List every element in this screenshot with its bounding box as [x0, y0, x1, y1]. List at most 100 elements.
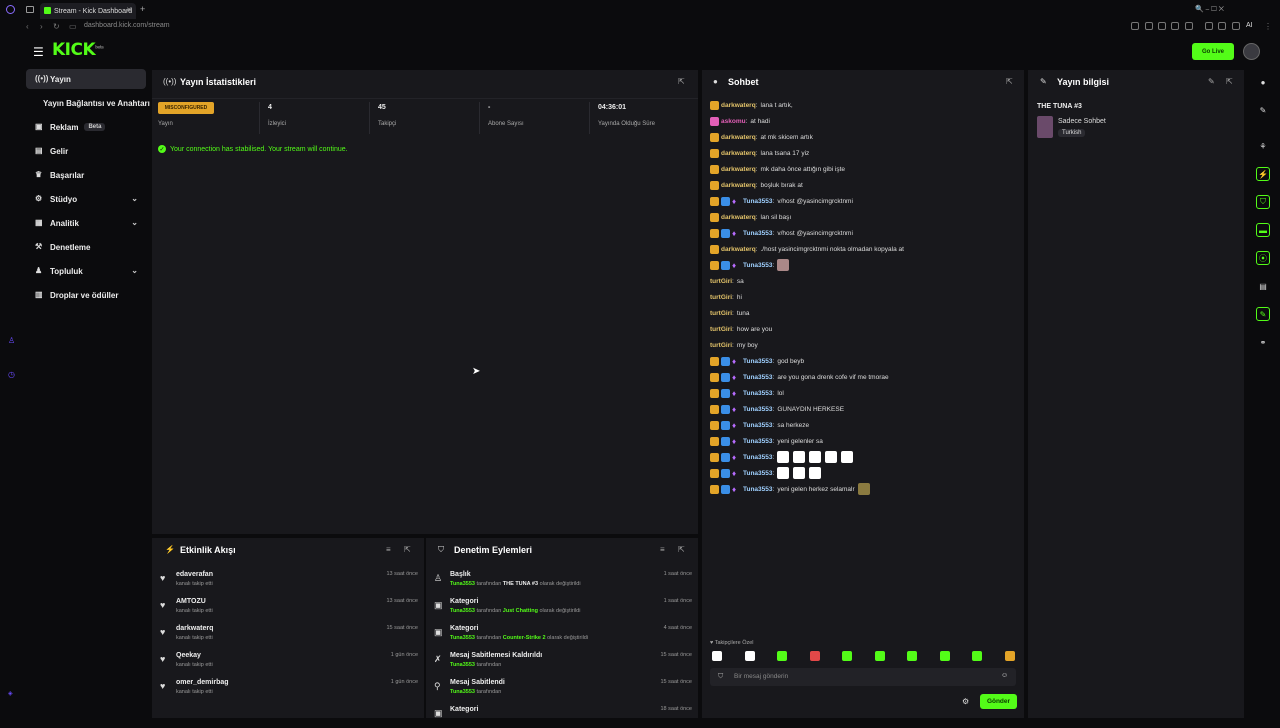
chat-username[interactable]: Tuna3553: [743, 374, 773, 381]
tab-actions-icon[interactable]: [26, 6, 34, 13]
popout-icon[interactable]: ⇱: [1226, 77, 1233, 86]
filter-icon[interactable]: ≡: [386, 545, 391, 554]
chat-username[interactable]: darkwaterq: [721, 182, 756, 189]
chat-message[interactable]: turtGiri: my boy: [710, 338, 758, 352]
chat-message[interactable]: darkwaterq: at mk skicem artık: [710, 130, 813, 144]
extension-icon[interactable]: [1158, 22, 1166, 30]
sidebar-item-studyo[interactable]: ⚙ Stüdyo ⌄: [26, 189, 146, 209]
close-tab-icon[interactable]: ✕: [126, 6, 132, 14]
shield-icon[interactable]: ⛉: [1256, 195, 1270, 209]
activity-item[interactable]: ♥ omer_demirbag kanalı takip etti 1 gün önc…: [152, 675, 424, 701]
chat-username[interactable]: Tuna3553: [743, 390, 773, 397]
side-rail-icon[interactable]: ◈: [8, 690, 13, 697]
download-icon[interactable]: [1232, 22, 1240, 30]
window-controls[interactable]: 🔍 ⎯ ☐ ✕: [1195, 5, 1224, 14]
chat-username[interactable]: darkwaterq: [721, 214, 756, 221]
gear-icon[interactable]: ⚙: [962, 697, 969, 706]
activity-item[interactable]: ♥ Qeekay kanalı takip etti 1 gün önce: [152, 648, 424, 674]
chat-message[interactable]: darkwaterq: lana tsana 17 yiz: [710, 146, 809, 160]
chat-username[interactable]: Tuna3553: [743, 406, 773, 413]
chat-message[interactable]: turtGiri: sa: [710, 274, 744, 288]
edit-icon[interactable]: ✎: [1208, 77, 1215, 86]
layout-icon[interactable]: ▤: [1256, 279, 1270, 293]
moderation-actor[interactable]: Tuna3553: [450, 662, 475, 668]
new-tab-icon[interactable]: +: [140, 4, 145, 14]
chat-username[interactable]: Tuna3553: [743, 454, 773, 461]
chat-message[interactable]: darkwaterq: boşluk bırak at: [710, 178, 803, 192]
sidebar-item-gelir[interactable]: ▤ Gelir: [26, 141, 146, 161]
reload-icon[interactable]: ↻: [53, 22, 60, 31]
browser-logo-icon[interactable]: [6, 5, 15, 14]
chat-message[interactable]: ♦ Tuna3553:: [710, 450, 857, 464]
emote-shortcut-icon[interactable]: [744, 651, 755, 661]
chat-message[interactable]: darkwaterq: lan sil başı: [710, 210, 791, 224]
rail-icon[interactable]: ⚘: [1256, 139, 1270, 153]
chat-message[interactable]: turtGiri: tuna: [710, 306, 750, 320]
side-rail-icon[interactable]: ◷: [8, 370, 15, 379]
moderation-item[interactable]: ▣ Kategori Tuna3553 tarafından Just Chatti…: [426, 594, 698, 620]
chat-username[interactable]: turtGiri: [710, 278, 732, 285]
chat-username[interactable]: turtGiri: [710, 310, 732, 317]
bolt-icon[interactable]: ⚡: [1256, 167, 1270, 181]
chat-username[interactable]: Tuna3553: [743, 262, 773, 269]
filter-icon[interactable]: ≡: [660, 545, 665, 554]
chat-message[interactable]: darkwaterq: mk daha önce attığın gibi iş…: [710, 162, 845, 176]
activity-item[interactable]: ♥ AMTOZU kanalı takip etti 13 saat önce: [152, 594, 424, 620]
sidebar-item-topluluk[interactable]: ♟ Topluluk ⌄: [26, 261, 146, 281]
chat-message[interactable]: ♦ Tuna3553:: [710, 466, 825, 480]
chat-message[interactable]: ♦ Tuna3553:: [710, 258, 793, 272]
activity-item[interactable]: ♥ edaverafan kanalı takip etti 13 saat önce: [152, 567, 424, 593]
browser-tab[interactable]: Stream - Kick Dashboard ✕: [40, 3, 136, 19]
chat-username[interactable]: Tuna3553: [743, 358, 773, 365]
url-field[interactable]: dashboard.kick.com/stream: [84, 22, 170, 29]
chat-message[interactable]: turtGiri: hi: [710, 290, 742, 304]
chat-message[interactable]: ♦ Tuna3553: god beyb: [710, 354, 804, 368]
moderation-actor[interactable]: Tuna3553: [450, 581, 475, 587]
chat-message[interactable]: darkwaterq: lana t artık,: [710, 98, 793, 112]
side-rail-icon[interactable]: ♙: [8, 336, 15, 345]
chat-username[interactable]: askomu: [721, 118, 746, 125]
chat-message[interactable]: askomu: at hadi: [710, 114, 770, 128]
popout-icon[interactable]: ⇱: [404, 545, 411, 554]
chat-username[interactable]: Tuna3553: [743, 198, 773, 205]
popout-icon[interactable]: ⇱: [678, 77, 685, 86]
moderation-item[interactable]: ▣ Kategori 18 saat önce: [426, 702, 698, 728]
emote-shortcut-icon[interactable]: [777, 651, 787, 661]
user-avatar[interactable]: [1243, 43, 1260, 60]
activity-user[interactable]: Qeekay: [176, 652, 201, 659]
chat-username[interactable]: Tuna3553: [743, 422, 773, 429]
go-live-button[interactable]: Go Live: [1192, 43, 1234, 60]
info-icon[interactable]: ●: [1256, 75, 1270, 89]
extension-icon[interactable]: [1171, 22, 1179, 30]
chat-username[interactable]: turtGiri: [710, 326, 732, 333]
sidebar-item-droplar[interactable]: ▥ Droplar ve ödüller: [26, 285, 146, 305]
sidebar-item-yayin[interactable]: ((•)) Yayın: [26, 69, 146, 89]
emote-shortcut-icon[interactable]: [907, 651, 917, 661]
sidebar-item-denetleme[interactable]: ⚒ Denetleme: [26, 237, 146, 257]
chat-bubble-icon[interactable]: ▬: [1256, 223, 1270, 237]
chat-message[interactable]: ♦ Tuna3553: are you gona drenk cofe vif m…: [710, 370, 889, 384]
emote-shortcut-icon[interactable]: [874, 651, 885, 661]
chat-message[interactable]: ♦ Tuna3553: v/host @yasincimgrcktnmi: [710, 194, 853, 208]
moderation-item[interactable]: ⚲ Mesaj Sabitlendi Tuna3553 tarafından 15 s…: [426, 675, 698, 701]
chat-username[interactable]: Tuna3553: [743, 230, 773, 237]
chat-username[interactable]: Tuna3553: [743, 486, 773, 493]
extension-icon[interactable]: [1145, 22, 1153, 30]
activity-user[interactable]: edaverafan: [176, 571, 213, 578]
signal-icon[interactable]: ⦿: [1256, 251, 1270, 265]
sidebar-item-basarilar[interactable]: ♛ Başarılar: [26, 165, 146, 185]
chat-username[interactable]: darkwaterq: [721, 246, 756, 253]
activity-user[interactable]: omer_demirbag: [176, 679, 229, 686]
moderation-item[interactable]: ✗ Mesaj Sabitlemesi Kaldırıldı Tuna3553 ta…: [426, 648, 698, 674]
emote-shortcut-icon[interactable]: [712, 651, 722, 661]
hamburger-menu-icon[interactable]: ☰: [33, 45, 44, 59]
moderation-actor[interactable]: Tuna3553: [450, 608, 475, 614]
extension-icon[interactable]: [1205, 22, 1213, 30]
emote-shortcut-icon[interactable]: [972, 651, 982, 661]
share-icon[interactable]: ⚭: [1256, 335, 1270, 349]
moderation-actor[interactable]: Tuna3553: [450, 635, 475, 641]
chat-username[interactable]: darkwaterq: [721, 134, 756, 141]
back-icon[interactable]: ‹: [26, 22, 29, 31]
activity-user[interactable]: darkwaterq: [176, 625, 213, 632]
chat-message[interactable]: darkwaterq: ./host yasincimgrcktnmi nokt…: [710, 242, 904, 256]
